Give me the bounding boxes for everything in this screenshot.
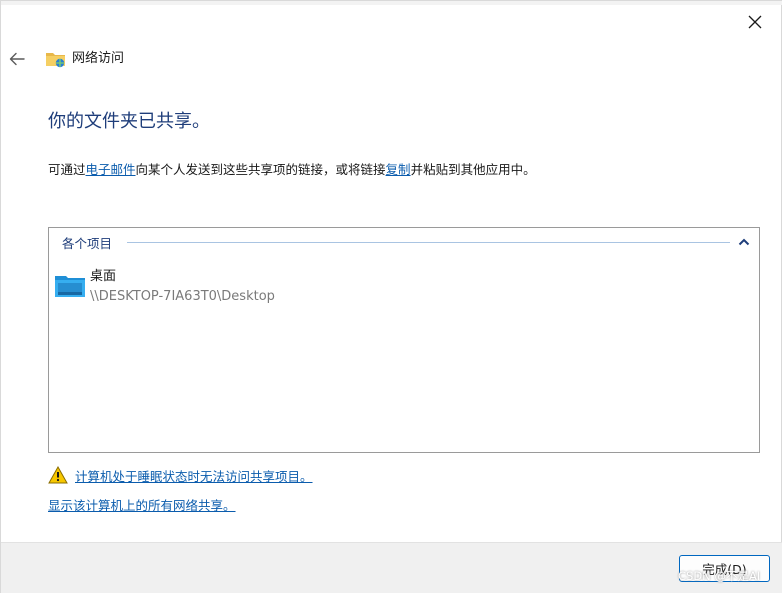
copy-link[interactable]: 复制 <box>386 162 411 177</box>
item-path: \\DESKTOP-7IA63T0\Desktop <box>90 289 275 304</box>
back-arrow-icon <box>9 52 25 66</box>
sleep-warning-link[interactable]: 计算机处于睡眠状态时无法访问共享项目。 <box>75 466 313 485</box>
chevron-up-icon <box>738 238 750 246</box>
shared-items-list[interactable]: 各个项目 桌面 \\DESKTOP-7IA63T0\Desktop <box>48 227 760 453</box>
group-label: 各个项目 <box>62 235 113 251</box>
description-text-3: 并粘贴到其他应用中。 <box>410 162 536 177</box>
email-link[interactable]: 电子邮件 <box>86 162 136 177</box>
page-title: 你的文件夹已共享。 <box>48 111 210 132</box>
warning-icon <box>48 466 68 484</box>
show-all-shares-link[interactable]: 显示该计算机上的所有网络共享。 <box>48 498 236 513</box>
group-divider <box>127 242 730 243</box>
dialog-footer: 完成(D) <box>1 542 782 593</box>
description-text-1: 可通过 <box>48 162 86 177</box>
list-item[interactable]: 桌面 \\DESKTOP-7IA63T0\Desktop <box>53 266 353 308</box>
share-description: 可通过电子邮件向某个人发送到这些共享项的链接，或将链接复制并粘贴到其他应用中。 <box>48 160 536 180</box>
description-text-2: 向某个人发送到这些共享项的链接，或将链接 <box>135 162 386 177</box>
title-bar-strip <box>1 1 782 5</box>
window-title: 网络访问 <box>72 51 125 66</box>
close-icon <box>748 15 762 29</box>
item-name: 桌面 <box>90 269 117 284</box>
network-folder-icon <box>46 53 65 68</box>
back-button[interactable] <box>5 45 29 73</box>
sharing-dialog: 网络访问 你的文件夹已共享。 可通过电子邮件向某个人发送到这些共享项的链接，或将… <box>0 0 782 593</box>
sleep-warning-row: 计算机处于睡眠状态时无法访问共享项目。 <box>48 465 313 485</box>
close-button[interactable] <box>737 7 773 37</box>
desktop-folder-icon <box>55 276 85 297</box>
collapse-group-button[interactable] <box>736 234 752 250</box>
watermark: CSDN @不是AI <box>678 569 761 583</box>
show-all-shares-row: 显示该计算机上的所有网络共享。 <box>48 496 236 516</box>
group-header[interactable]: 各个项目 <box>62 232 112 252</box>
